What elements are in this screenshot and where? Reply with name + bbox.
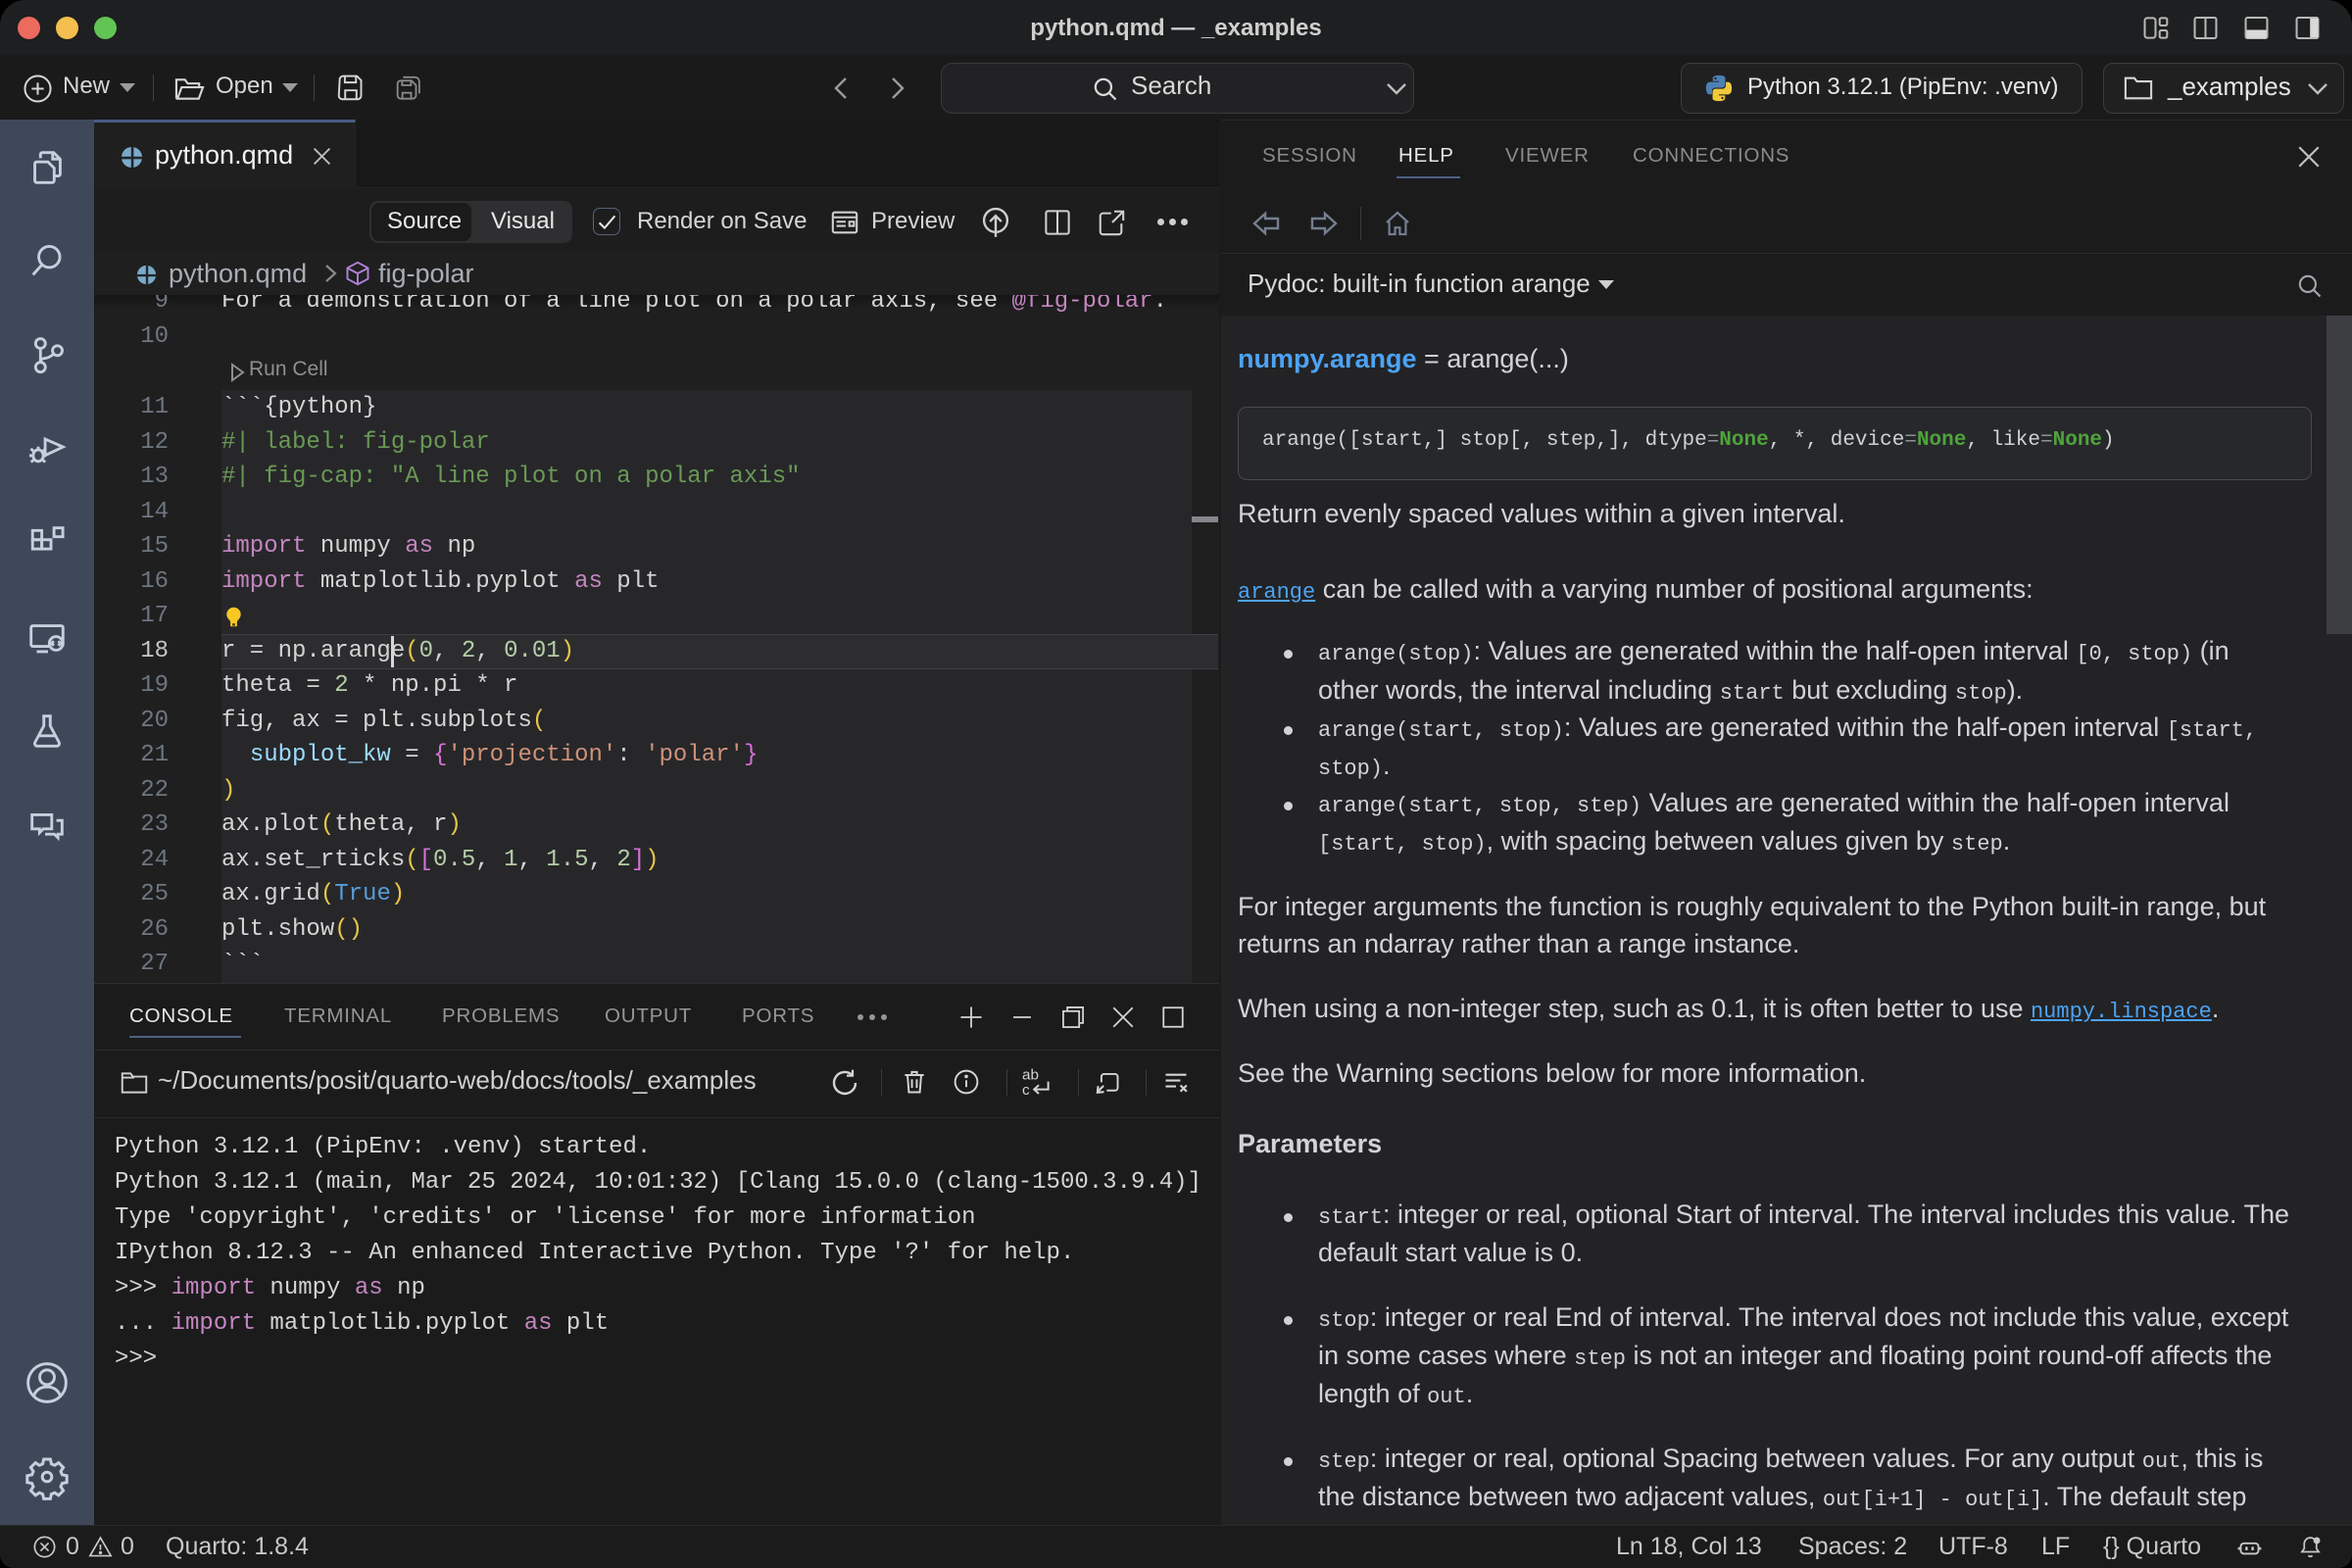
svg-text:ab: ab (1022, 1067, 1039, 1084)
svg-text:c: c (1022, 1082, 1030, 1098)
